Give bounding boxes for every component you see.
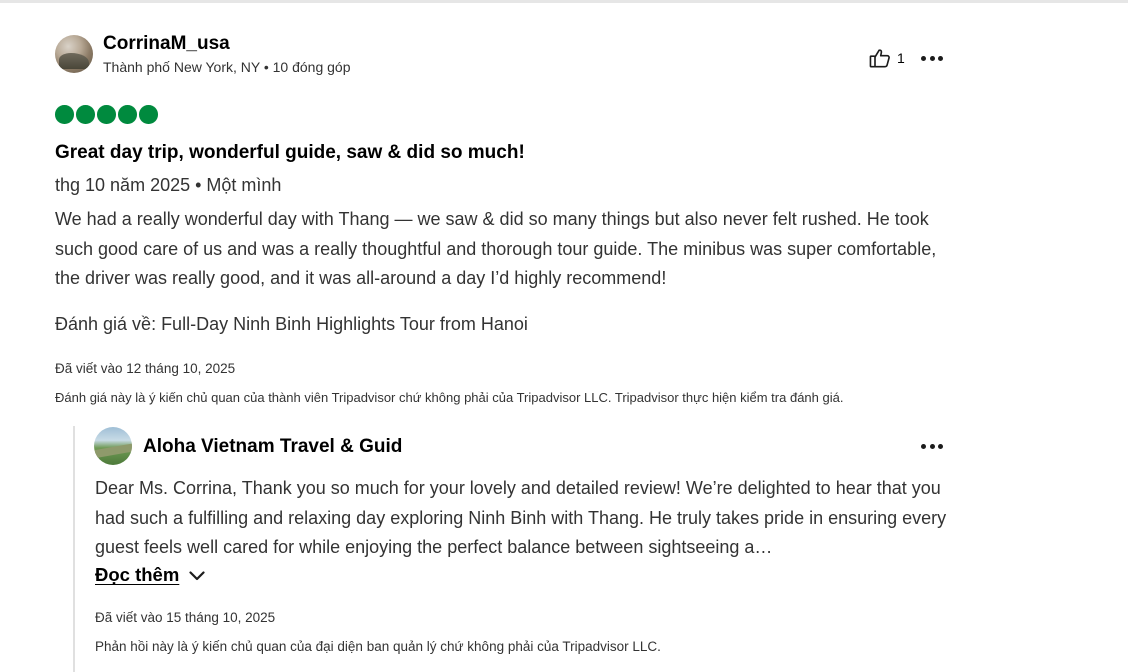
thumbs-up-icon	[869, 48, 891, 68]
rating-bubble-icon	[139, 105, 158, 124]
rating-bubble-icon	[55, 105, 74, 124]
response-disclaimer: Phản hồi này là ý kiến chủ quan của đại …	[95, 639, 661, 654]
rating-bubbles	[55, 105, 158, 124]
rating-bubble-icon	[118, 105, 137, 124]
response-body-text: Dear Ms. Corrina, Thank you so much for …	[95, 478, 947, 557]
helpful-vote-button[interactable]: 1	[869, 48, 905, 68]
more-options-icon	[921, 55, 926, 61]
read-more-label: Đọc thêm	[95, 564, 180, 585]
more-options-dot	[938, 443, 943, 449]
response-divider	[73, 426, 75, 672]
reviewer-meta: Thành phố New York, NY • 10 đóng góp	[103, 59, 351, 75]
reviewed-product: Đánh giá về: Full-Day Ninh Binh Highligh…	[55, 314, 528, 334]
review-title[interactable]: Great day trip, wonderful guide, saw & d…	[55, 142, 525, 164]
review-disclaimer: Đánh giá này là ý kiến chủ quan của thàn…	[55, 390, 844, 405]
response-written-date: Đã viết vào 15 tháng 10, 2025	[95, 610, 276, 625]
review-written-date: Đã viết vào 12 tháng 10, 2025	[55, 361, 236, 376]
more-options-dot	[929, 443, 935, 449]
rating-bubble-icon	[76, 105, 95, 124]
helpful-count: 1	[897, 50, 905, 66]
owner-avatar	[94, 427, 132, 465]
rating-bubble-icon	[97, 105, 116, 124]
owner-name: Aloha Vietnam Travel & Guid	[143, 436, 403, 457]
review-body: We had a really wonderful day with Thang…	[55, 209, 937, 288]
chevron-down-icon	[189, 564, 205, 586]
read-more-link[interactable]: Đọc thêm	[95, 564, 205, 586]
reviewer-avatar[interactable]	[55, 35, 93, 73]
more-options-dot	[929, 55, 935, 61]
more-options-dot	[938, 55, 943, 61]
response-body: Dear Ms. Corrina, Thank you so much for …	[95, 474, 955, 563]
review-more-options-button[interactable]	[921, 51, 943, 65]
response-more-options-button[interactable]	[921, 439, 943, 453]
more-options-icon	[921, 443, 926, 449]
reviewer-name[interactable]: CorrinaM_usa	[103, 33, 230, 55]
top-divider	[0, 0, 1128, 3]
trip-info: thg 10 năm 2025 • Một mình	[55, 175, 282, 195]
